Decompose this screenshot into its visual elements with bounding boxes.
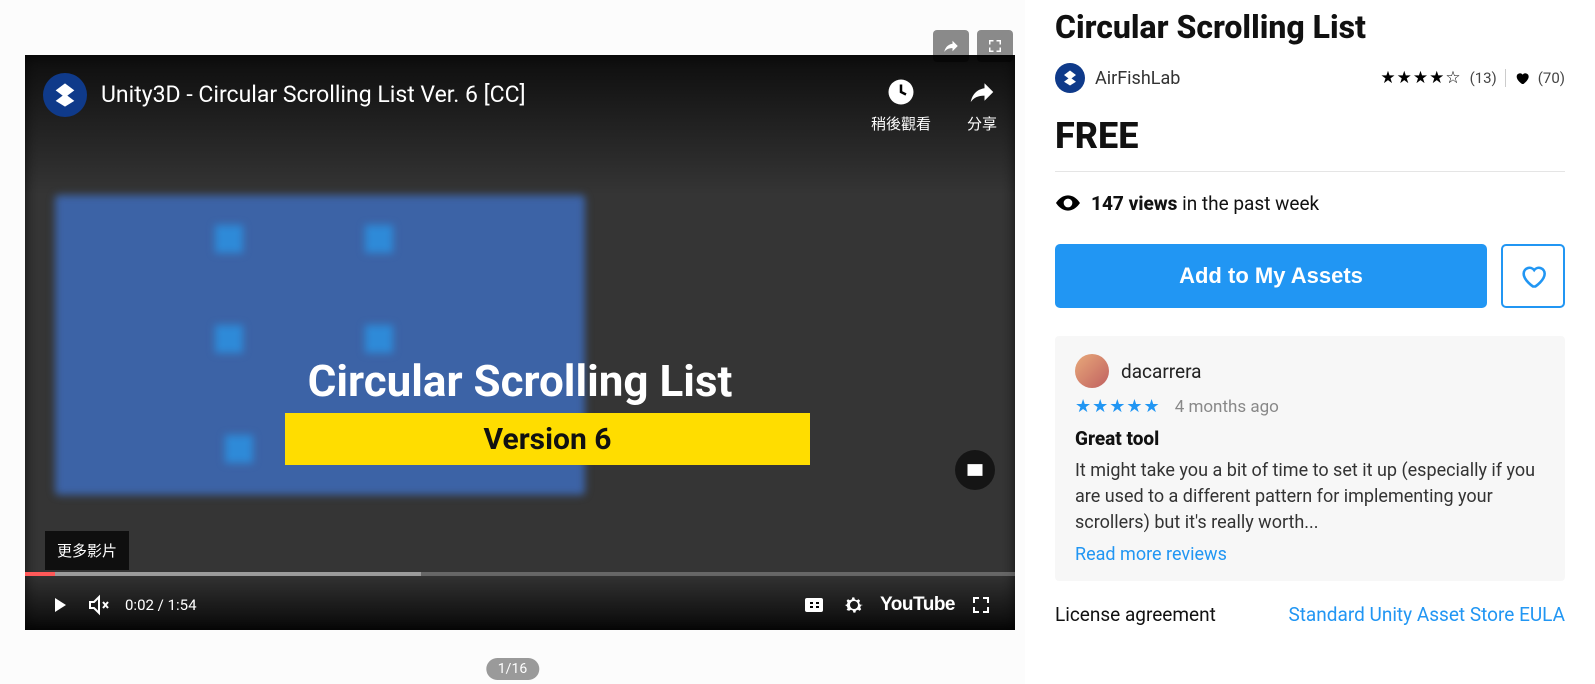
pip-button[interactable] — [955, 450, 995, 490]
read-more-reviews-link[interactable]: Read more reviews — [1075, 544, 1227, 565]
review-user[interactable]: dacarrera — [1121, 360, 1202, 383]
views-row: 147 views in the past week — [1055, 190, 1565, 216]
video-share-button[interactable]: 分享 — [967, 77, 997, 134]
review-title: Great tool — [1075, 427, 1545, 450]
more-videos-tag[interactable]: 更多影片 — [45, 531, 129, 570]
media-expand-button[interactable] — [977, 30, 1013, 62]
rating-count: (13) — [1470, 69, 1497, 87]
video-bg-square — [365, 225, 393, 253]
video-controls: 0:02 / 1:54 YouTube — [25, 572, 1015, 630]
views-count: 147 views — [1091, 192, 1177, 215]
price: FREE — [1055, 115, 1565, 157]
captions-button[interactable] — [794, 585, 834, 625]
publisher-name[interactable]: AirFishLab — [1095, 68, 1180, 89]
video-bg-square — [225, 435, 253, 463]
time-display: 0:02 / 1:54 — [125, 596, 197, 614]
video-version-band: Version 6 — [285, 413, 810, 465]
fullscreen-button[interactable] — [961, 585, 1001, 625]
eye-icon — [1055, 190, 1081, 216]
video-bg-square — [215, 225, 243, 253]
review-stars: ★★★★★ — [1075, 396, 1161, 417]
license-row: License agreement Standard Unity Asset S… — [1055, 603, 1565, 626]
settings-button[interactable] — [834, 585, 874, 625]
license-link[interactable]: Standard Unity Asset Store EULA — [1288, 603, 1565, 626]
views-suffix: in the past week — [1182, 192, 1319, 215]
add-to-assets-button[interactable]: Add to My Assets — [1055, 244, 1487, 308]
mute-button[interactable] — [79, 585, 119, 625]
divider — [1055, 171, 1565, 172]
watch-later-label: 稍後觀看 — [871, 115, 931, 133]
rating-stars[interactable]: ★★★★☆ — [1380, 68, 1461, 88]
video-overlay-title: Circular Scrolling List — [25, 355, 1015, 407]
video-bg-square — [215, 325, 243, 353]
media-share-button[interactable] — [933, 30, 969, 62]
favorites-count: (70) — [1538, 69, 1565, 87]
publisher-row: AirFishLab ★★★★☆ (13) (70) — [1055, 63, 1565, 93]
review-body: It might take you a bit of time to set i… — [1075, 458, 1545, 536]
channel-logo[interactable] — [43, 73, 87, 117]
media-column: Unity3D - Circular Scrolling List Ver. 6… — [0, 0, 1025, 684]
license-label: License agreement — [1055, 603, 1216, 626]
youtube-logo[interactable]: YouTube — [880, 594, 955, 616]
watch-later-button[interactable]: 稍後觀看 — [871, 77, 931, 134]
divider — [1505, 69, 1506, 87]
media-pager[interactable]: 1/16 — [486, 658, 539, 680]
video-title[interactable]: Unity3D - Circular Scrolling List Ver. 6… — [101, 73, 871, 108]
buffered-bar — [25, 572, 421, 576]
asset-title: Circular Scrolling List — [1055, 10, 1565, 45]
review-card: dacarrera ★★★★★ 4 months ago Great tool … — [1055, 336, 1565, 581]
favorite-button[interactable] — [1501, 244, 1565, 308]
progress-bar[interactable] — [25, 572, 1015, 576]
video-header: Unity3D - Circular Scrolling List Ver. 6… — [25, 55, 1015, 195]
info-column: Circular Scrolling List AirFishLab ★★★★☆… — [1025, 0, 1595, 684]
review-date: 4 months ago — [1175, 397, 1279, 417]
publisher-logo[interactable] — [1055, 63, 1085, 93]
heart-icon — [1514, 70, 1530, 86]
video-bg-square — [365, 325, 393, 353]
play-button[interactable] — [39, 585, 79, 625]
video-share-label: 分享 — [967, 115, 997, 133]
review-avatar[interactable] — [1075, 354, 1109, 388]
video-player[interactable]: Unity3D - Circular Scrolling List Ver. 6… — [25, 55, 1015, 630]
